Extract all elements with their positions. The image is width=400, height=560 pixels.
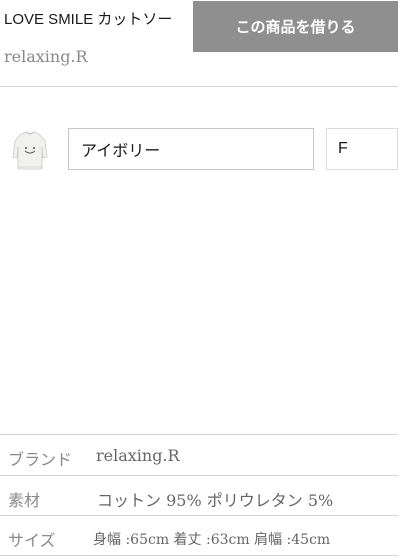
brand-name[interactable]: relaxing.R	[4, 47, 88, 66]
spec-value: 身幅 :65cm 着丈 :63cm 肩幅 :45cm	[93, 532, 331, 548]
spec-row-size: サイズ 身幅 :65cm 着丈 :63cm 肩幅 :45cm	[0, 516, 400, 556]
product-header: LOVE SMILE カットソー relaxing.R この商品を借りる	[0, 0, 400, 86]
product-title: LOVE SMILE カットソー	[4, 11, 173, 28]
spec-value: コットン 95% ポリウレタン 5%	[97, 491, 334, 510]
spec-row-brand: ブランド relaxing.R	[0, 435, 400, 475]
variant-row: アイボリー F	[0, 125, 400, 177]
spec-value[interactable]: relaxing.R	[96, 446, 180, 465]
spec-row-material: 素材 コットン 95% ポリウレタン 5%	[0, 476, 400, 516]
spec-label: ブランド	[8, 450, 73, 469]
header-divider	[0, 86, 398, 87]
spec-label: 素材	[8, 491, 41, 510]
color-select[interactable]: アイボリー	[68, 128, 314, 170]
spec-divider	[0, 555, 398, 556]
size-select[interactable]: F	[326, 128, 398, 170]
rent-button[interactable]: この商品を借りる	[193, 1, 398, 52]
spec-label: サイズ	[8, 531, 56, 550]
sweater-thumbnail-icon[interactable]	[9, 127, 51, 175]
